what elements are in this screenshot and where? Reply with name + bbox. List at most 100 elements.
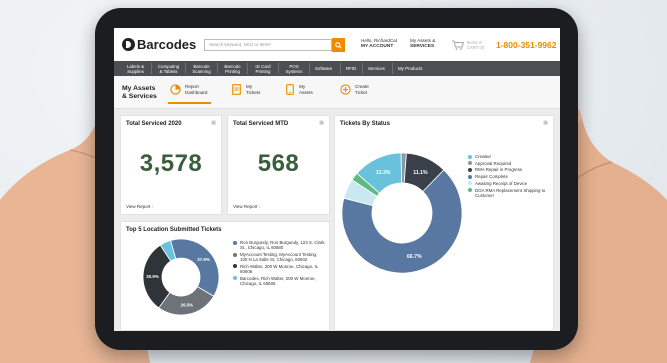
- location-legend: Ron Burgundy, Ron Burgundy, 123 S. Clark…: [233, 240, 325, 288]
- nav-item-scanning[interactable]: Barcode Scanning: [186, 63, 218, 74]
- legend-label: Repair Complete: [475, 174, 508, 180]
- slice-data-label: 30.9%: [146, 274, 159, 279]
- total-serviced-mtd-value: 568: [257, 150, 300, 177]
- legend-item[interactable]: Approval Required: [468, 161, 550, 166]
- nav-item-rfid[interactable]: RFID: [341, 63, 363, 74]
- tablet-device: Barcodes Search keyword, SKU or Item# He…: [95, 8, 578, 350]
- phone-number[interactable]: 1-800-351-9962: [496, 40, 557, 50]
- chevron-right-icon: ›: [151, 204, 154, 209]
- slice-data-label: 26.5%: [181, 302, 194, 307]
- nav-item-software[interactable]: Software: [310, 63, 341, 74]
- cart-link[interactable]: Items In CART (0): [452, 40, 485, 50]
- page-title-line2: & Services: [122, 93, 157, 100]
- my-account-link[interactable]: Hello, RichardCat MY ACCOUNT: [361, 38, 397, 49]
- tab-label-line2: Assets: [299, 89, 313, 95]
- legend-item[interactable]: DOA RMA Replacement Shipping to Customer: [468, 188, 550, 198]
- legend-item[interactable]: RMA Repair in Progress: [468, 167, 550, 172]
- document-icon: [231, 84, 242, 95]
- slice-data-label: 13.3%: [376, 170, 391, 176]
- status-legend: Created Approval Required RMA Repair in Pr…: [468, 154, 550, 199]
- tab-report-dashboard[interactable]: Report Dashboard: [167, 84, 213, 104]
- legend-item[interactable]: Rich Walter, 200 W Monroe, Chicago, IL 6…: [233, 264, 325, 274]
- tab-label-line2: Tickets: [246, 89, 261, 95]
- cart-icon: [452, 40, 464, 50]
- search-button[interactable]: [332, 38, 345, 52]
- legend-item[interactable]: Ron Burgundy, Ron Burgundy, 123 S. Clark…: [233, 240, 325, 250]
- legend-label: RMA Repair in Progress: [475, 167, 523, 173]
- card-title: Total Serviced MTD: [233, 121, 289, 127]
- view-report-link[interactable]: View Report ›: [126, 204, 153, 209]
- legend-swatch: [468, 181, 472, 186]
- legend-label: Ron Burgundy, Ron Burgundy, 123 S. Clark…: [240, 240, 325, 251]
- location-donut-chart: 37.9% 26.5% 30.9%: [142, 238, 220, 316]
- card-menu-icon[interactable]: ▦: [543, 120, 548, 126]
- legend-label: MyAccount Testing, MyAccount Testing, 10…: [240, 251, 318, 263]
- nav-item-printing[interactable]: Barcode Printing: [218, 63, 248, 74]
- slice-data-label: 37.9%: [197, 257, 210, 262]
- logo-text: Barcodes: [137, 37, 197, 52]
- page-title-line1: My Assets: [122, 85, 156, 92]
- legend-label: Awaiting Receipt of Device: [475, 180, 528, 186]
- view-report-link[interactable]: View Report ›: [233, 204, 260, 209]
- tab-my-tickets[interactable]: My Tickets: [231, 84, 260, 95]
- nav-item-computing[interactable]: Computing & Tablets: [152, 63, 186, 74]
- legend-swatch: [468, 154, 472, 159]
- chevron-right-icon: ›: [258, 204, 261, 209]
- legend-swatch: [468, 188, 472, 193]
- legend-swatch: [468, 174, 472, 179]
- legend-label: Created: [475, 154, 491, 159]
- legend-swatch: [233, 264, 237, 269]
- tab-label-line1: Create: [355, 84, 369, 89]
- tablet-screen: Barcodes Search keyword, SKU or Item# He…: [114, 28, 560, 331]
- card-menu-icon[interactable]: ▦: [319, 120, 324, 126]
- tab-label-line2: Ticket: [355, 89, 368, 95]
- tab-create-ticket[interactable]: Create Ticket: [340, 84, 369, 95]
- nav-item-pos[interactable]: POS Systems: [279, 63, 310, 74]
- tab-my-assets[interactable]: My Assets: [284, 84, 313, 95]
- pie-chart-icon: [170, 84, 181, 95]
- card-title: Top 5 Location Submitted Tickets: [126, 227, 222, 233]
- slice-data-label: 66.7%: [407, 254, 422, 260]
- my-assets-link[interactable]: My Assets & SERVICES: [410, 38, 435, 49]
- legend-item[interactable]: Barcodes, Rich Walter, 200 W Monroe, Chi…: [233, 276, 325, 286]
- plus-circle-icon: [340, 84, 351, 95]
- nav-item-labels[interactable]: Labels & Supplies: [120, 63, 152, 74]
- site-header: Barcodes Search keyword, SKU or Item# He…: [114, 28, 560, 61]
- cart-line2: CART (0): [467, 45, 485, 50]
- view-report-label: View Report: [233, 204, 258, 209]
- card-total-serviced-2020: Total Serviced 2020 ▦ 3,578 View Report …: [120, 115, 222, 215]
- search-input[interactable]: Search keyword, SKU or Item#: [204, 39, 332, 51]
- legend-item[interactable]: MyAccount Testing, MyAccount Testing, 10…: [233, 252, 325, 262]
- device-icon: [284, 84, 295, 95]
- site-logo[interactable]: Barcodes: [122, 37, 196, 52]
- search-icon: [335, 41, 342, 49]
- my-assets-line2: SERVICES: [410, 43, 435, 49]
- status-donut-chart: 13.3% 11.1% 66.7%: [341, 152, 463, 274]
- legend-swatch: [233, 276, 237, 281]
- nav-item-my-products[interactable]: My Products: [393, 63, 431, 74]
- legend-swatch: [233, 240, 237, 245]
- legend-label: Barcodes, Rich Walter, 200 W Monroe, Chi…: [240, 275, 316, 286]
- legend-item[interactable]: Created: [468, 154, 550, 159]
- my-account-label: MY ACCOUNT: [361, 43, 394, 49]
- nav-item-services[interactable]: Services: [363, 63, 393, 74]
- legend-swatch: [233, 252, 237, 257]
- legend-swatch: [468, 161, 472, 166]
- donut-slice[interactable]: [170, 238, 220, 297]
- nav-item-id-card[interactable]: ID Card Printing: [248, 63, 279, 74]
- legend-label: DOA RMA Replacement Shipping to Customer: [475, 187, 546, 198]
- barcodes-logo-icon: [122, 38, 135, 51]
- page-title: My Assets & Services: [122, 85, 157, 101]
- legend-item[interactable]: Repair Complete: [468, 174, 550, 179]
- tab-label-line2: Dashboard: [185, 89, 208, 95]
- legend-swatch: [468, 168, 472, 172]
- card-top5-locations: Top 5 Location Submitted Tickets 37.9% 26…: [120, 221, 330, 331]
- legend-label: Approval Required: [475, 160, 512, 166]
- main-nav: Labels & Supplies Computing & Tablets Ba…: [114, 61, 560, 76]
- slice-data-label: 11.1%: [413, 170, 428, 176]
- card-title: Total Serviced 2020: [126, 121, 182, 127]
- card-menu-icon[interactable]: ▦: [211, 120, 216, 126]
- card-total-serviced-mtd: Total Serviced MTD ▦ 568 View Report ›: [227, 115, 330, 215]
- legend-item[interactable]: Awaiting Receipt of Device: [468, 181, 550, 186]
- account-subheader: My Assets & Services Report Dashboard My T…: [114, 76, 560, 109]
